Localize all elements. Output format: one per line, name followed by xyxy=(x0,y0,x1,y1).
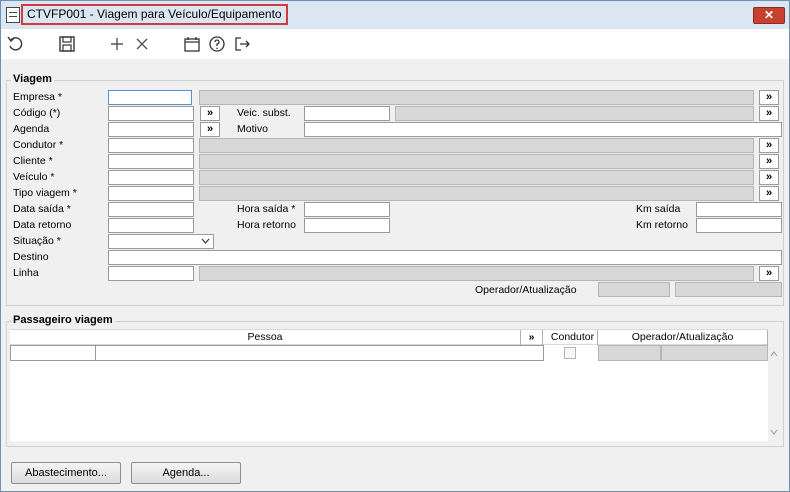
close-window-button[interactable]: ✕ xyxy=(753,7,785,24)
empresa-input[interactable] xyxy=(108,90,192,105)
destino-input[interactable] xyxy=(108,250,782,265)
veiculo-description xyxy=(199,170,754,185)
hora-saida-input[interactable] xyxy=(304,202,390,217)
linha-lookup-button[interactable]: » xyxy=(759,266,779,281)
condutor-lookup-button[interactable]: » xyxy=(759,138,779,153)
empresa-description xyxy=(199,90,754,105)
codigo-input[interactable] xyxy=(108,106,194,121)
empresa-label: Empresa * xyxy=(13,91,63,103)
empresa-lookup-button[interactable]: » xyxy=(759,90,779,105)
passageiro-grid-body xyxy=(10,345,778,441)
row-operador-field xyxy=(598,345,661,361)
passageiro-group-title: Passageiro viagem xyxy=(11,314,115,326)
veic-subst-input[interactable] xyxy=(304,106,390,121)
tipo-viagem-lookup-button[interactable]: » xyxy=(759,186,779,201)
hora-retorno-label: Hora retorno xyxy=(237,219,296,231)
cliente-lookup-button[interactable]: » xyxy=(759,154,779,169)
main-window: CTVFP001 - Viagem para Veículo/Equipamen… xyxy=(0,0,790,492)
condutor-label: Condutor * xyxy=(13,139,64,151)
tipo-viagem-description xyxy=(199,186,754,201)
col-pessoa-lookup-button[interactable]: » xyxy=(521,330,543,345)
abastecimento-button[interactable]: Abastecimento... xyxy=(11,462,121,484)
veic-subst-description xyxy=(395,106,754,121)
agenda-input[interactable] xyxy=(108,122,194,137)
operador-field xyxy=(598,282,670,297)
hora-saida-label: Hora saída * xyxy=(237,203,296,215)
data-retorno-label: Data retorno xyxy=(13,219,72,231)
operador-label: Operador/Atualização xyxy=(475,284,577,296)
agenda-lookup-button[interactable]: » xyxy=(200,122,220,137)
veic-subst-label: Veic. subst. xyxy=(237,107,291,119)
save-icon[interactable] xyxy=(56,33,78,55)
exit-icon[interactable] xyxy=(231,33,253,55)
condutor-input[interactable] xyxy=(108,138,194,153)
viagem-group-title: Viagem xyxy=(11,73,54,85)
data-saida-input[interactable] xyxy=(108,202,194,217)
app-icon xyxy=(6,7,20,23)
motivo-label: Motivo xyxy=(237,123,268,135)
window-title: CTVFP001 - Viagem para Veículo/Equipamen… xyxy=(21,4,288,25)
tipo-viagem-label: Tipo viagem * xyxy=(13,187,77,199)
veic-subst-lookup-button[interactable]: » xyxy=(759,106,779,121)
passageiro-grid-header: Pessoa » Condutor Operador/Atualização xyxy=(10,329,768,345)
data-saida-label: Data saída * xyxy=(13,203,71,215)
agenda-button[interactable]: Agenda... xyxy=(131,462,241,484)
col-condutor[interactable]: Condutor xyxy=(548,330,598,345)
title-bar: CTVFP001 - Viagem para Veículo/Equipamen… xyxy=(1,1,789,29)
add-icon[interactable] xyxy=(106,33,128,55)
cliente-input[interactable] xyxy=(108,154,194,169)
agenda-label: Agenda xyxy=(13,123,50,135)
codigo-label: Código (*) xyxy=(13,107,61,119)
table-row[interactable] xyxy=(10,345,544,361)
situacao-select[interactable] xyxy=(108,234,214,249)
calendar-icon[interactable] xyxy=(181,33,203,55)
row-atualizacao-field xyxy=(661,345,768,361)
help-icon[interactable] xyxy=(206,33,228,55)
km-retorno-label: Km retorno xyxy=(636,219,688,231)
km-saida-input[interactable] xyxy=(696,202,782,217)
km-saida-label: Km saída xyxy=(636,203,681,215)
col-pessoa[interactable]: Pessoa xyxy=(10,330,521,345)
condutor-description xyxy=(199,138,754,153)
tipo-viagem-input[interactable] xyxy=(108,186,194,201)
veiculo-input[interactable] xyxy=(108,170,194,185)
linha-input[interactable] xyxy=(108,266,194,281)
condutor-checkbox[interactable] xyxy=(564,347,576,359)
situacao-label: Situação * xyxy=(13,235,61,247)
scroll-down-icon[interactable] xyxy=(770,429,778,435)
km-retorno-input[interactable] xyxy=(696,218,782,233)
chevron-down-icon xyxy=(201,238,210,244)
hora-retorno-input[interactable] xyxy=(304,218,390,233)
delete-icon[interactable] xyxy=(131,33,153,55)
data-retorno-input[interactable] xyxy=(108,218,194,233)
linha-description xyxy=(199,266,754,281)
veiculo-lookup-button[interactable]: » xyxy=(759,170,779,185)
refresh-icon[interactable] xyxy=(5,33,27,55)
destino-label: Destino xyxy=(13,251,49,263)
atualizacao-field xyxy=(675,282,782,297)
col-operador[interactable]: Operador/Atualização xyxy=(598,330,768,345)
form-content: Viagem Empresa * Código (*) Agenda Condu… xyxy=(1,59,789,491)
codigo-lookup-button[interactable]: » xyxy=(200,106,220,121)
linha-label: Linha xyxy=(13,267,39,279)
cliente-label: Cliente * xyxy=(13,155,53,167)
cliente-description xyxy=(199,154,754,169)
motivo-input[interactable] xyxy=(304,122,782,137)
cell-divider xyxy=(95,346,96,361)
veiculo-label: Veículo * xyxy=(13,171,55,183)
toolbar xyxy=(1,29,789,59)
scroll-up-icon[interactable] xyxy=(770,351,778,357)
